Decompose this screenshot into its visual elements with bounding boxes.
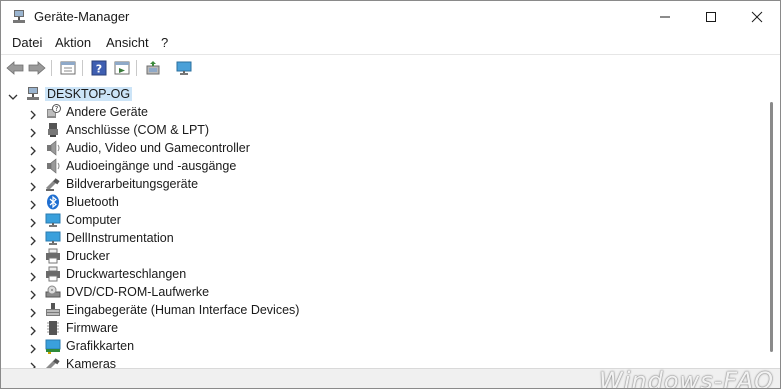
unknown-device-icon: ?	[45, 104, 61, 120]
hid-icon	[45, 302, 61, 318]
tree-category-label: Audio, Video und Gamecontroller	[66, 141, 250, 155]
tree-category-label: Anschlüsse (COM & LPT)	[66, 123, 210, 137]
scan-hardware-icon[interactable]	[143, 58, 163, 78]
chevron-right-icon[interactable]	[28, 215, 38, 228]
tree-category-row[interactable]: Grafikkarten	[1, 337, 761, 355]
menu-bar: Datei Aktion Ansicht ?	[1, 32, 780, 54]
menu-aktion[interactable]: Aktion	[55, 35, 91, 50]
chevron-right-icon[interactable]	[28, 269, 38, 282]
tree-category-label: Grafikkarten	[66, 339, 135, 353]
tree-category-row[interactable]: DVD/CD-ROM-Laufwerke	[1, 283, 761, 301]
tree-category-label: Andere Geräte	[66, 105, 148, 119]
tree-category-row[interactable]: Eingabegeräte (Human Interface Devices)	[1, 301, 761, 319]
tree-category-row[interactable]: Audioeingänge und -ausgänge	[1, 157, 761, 175]
chevron-right-icon[interactable]	[28, 161, 38, 174]
action-view-icon[interactable]	[112, 58, 132, 78]
monitor-icon	[45, 230, 61, 246]
toolbar-separator	[51, 60, 52, 76]
device-manager-window: Geräte-Manager Datei Aktion Ansicht ? ?	[0, 0, 781, 389]
menu-datei[interactable]: Datei	[12, 35, 42, 50]
toolbar-separator	[136, 60, 137, 76]
minimize-button[interactable]	[642, 1, 688, 32]
tree-category-row[interactable]: Bildverarbeitungsgeräte	[1, 175, 761, 193]
tree-root-row[interactable]: DESKTOP-OG	[1, 85, 761, 103]
help-icon[interactable]: ?	[89, 58, 109, 78]
printer-icon	[45, 266, 61, 282]
tree-category-row[interactable]: Computer	[1, 211, 761, 229]
status-bar: Windows-FAQ	[1, 367, 780, 389]
tree-category-label: Druckwarteschlangen	[66, 267, 187, 281]
maximize-button[interactable]	[688, 1, 734, 32]
computer-view-icon[interactable]	[174, 58, 194, 78]
menu-help[interactable]: ?	[161, 35, 168, 50]
chevron-right-icon[interactable]	[28, 251, 38, 264]
chevron-right-icon[interactable]	[28, 107, 38, 120]
tree-category-row[interactable]: ? Andere Geräte	[1, 103, 761, 121]
tree-category-label: Eingabegeräte (Human Interface Devices)	[66, 303, 300, 317]
tree-category-row[interactable]: Druckwarteschlangen	[1, 265, 761, 283]
chevron-right-icon[interactable]	[28, 143, 38, 156]
properties-view-icon[interactable]	[58, 58, 78, 78]
printer-icon	[45, 248, 61, 264]
disc-drive-icon	[45, 284, 61, 300]
vertical-scrollbar[interactable]	[765, 82, 780, 388]
tree-category-label: Firmware	[66, 321, 119, 335]
toolbar-separator	[82, 60, 83, 76]
tree-category-row[interactable]: Drucker	[1, 247, 761, 265]
chevron-right-icon[interactable]	[28, 341, 38, 354]
chip-icon	[45, 320, 61, 336]
close-button[interactable]	[734, 1, 780, 32]
forward-arrow-icon[interactable]	[27, 58, 47, 78]
scrollbar-thumb[interactable]	[770, 102, 773, 352]
tree-category-label: Computer	[66, 213, 121, 227]
tree-category-label: Audioeingänge und -ausgänge	[66, 159, 237, 173]
tree-category-row[interactable]: Bluetooth	[1, 193, 761, 211]
bluetooth-icon	[45, 194, 61, 210]
tree-category-row[interactable]: Audio, Video und Gamecontroller	[1, 139, 761, 157]
tree-root-label: DESKTOP-OG	[45, 87, 133, 101]
toolbar: ?	[1, 54, 780, 83]
speaker-icon	[45, 140, 61, 156]
svg-text:?: ?	[96, 63, 102, 76]
tree-category-label: DellInstrumentation	[66, 231, 174, 245]
device-tree: DESKTOP-OG ? Andere Geräte Anschlüsse (COM…	[1, 82, 765, 388]
chevron-right-icon[interactable]	[28, 233, 38, 246]
display-adapter-icon	[45, 338, 61, 354]
tree-category-label: Drucker	[66, 249, 110, 263]
tree-category-label: DVD/CD-ROM-Laufwerke	[66, 285, 210, 299]
menu-ansicht[interactable]: Ansicht	[106, 35, 149, 50]
camera-icon	[45, 176, 61, 192]
chevron-right-icon[interactable]	[28, 179, 38, 192]
chevron-right-icon[interactable]	[28, 125, 38, 138]
svg-text:?: ?	[55, 105, 59, 113]
tree-category-row[interactable]: Anschlüsse (COM & LPT)	[1, 121, 761, 139]
tree-category-label: Bildverarbeitungsgeräte	[66, 177, 199, 191]
port-icon	[45, 122, 61, 138]
watermark-text: Windows-FAQ	[598, 367, 774, 389]
chevron-right-icon[interactable]	[28, 323, 38, 336]
back-arrow-icon[interactable]	[5, 58, 25, 78]
tree-category-row[interactable]: Firmware	[1, 319, 761, 337]
tree-category-row[interactable]: DellInstrumentation	[1, 229, 761, 247]
device-manager-app-icon	[11, 9, 27, 25]
chevron-right-icon[interactable]	[28, 287, 38, 300]
computer-root-icon	[25, 86, 41, 102]
monitor-icon	[45, 212, 61, 228]
tree-category-label: Bluetooth	[66, 195, 119, 209]
speaker-icon	[45, 158, 61, 174]
chevron-down-icon[interactable]	[8, 89, 18, 100]
chevron-right-icon[interactable]	[28, 305, 38, 318]
chevron-right-icon[interactable]	[28, 197, 38, 210]
title-bar[interactable]: Geräte-Manager	[1, 1, 780, 32]
window-title: Geräte-Manager	[34, 9, 130, 24]
